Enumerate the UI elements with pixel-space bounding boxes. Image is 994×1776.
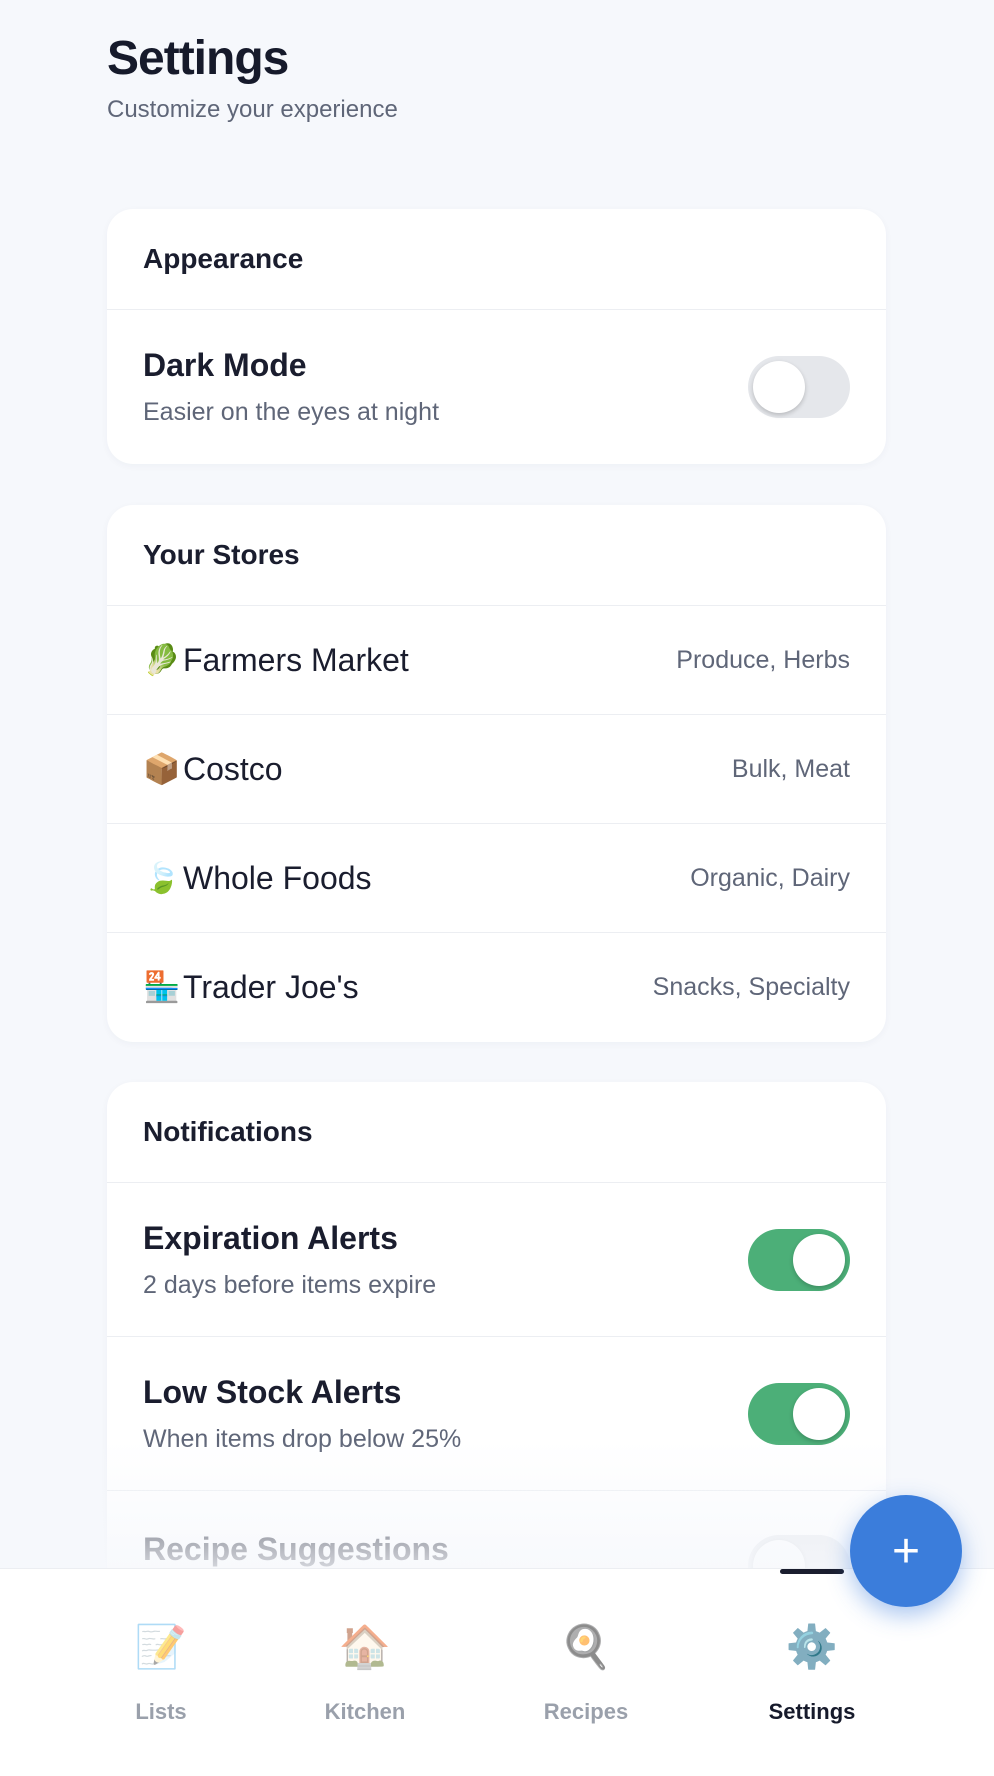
frying-pan-icon: 🍳	[559, 1622, 613, 1671]
house-icon: 🏠	[338, 1622, 392, 1671]
plus-icon: +	[891, 1524, 921, 1578]
tab-lists[interactable]: 📝 Lists	[81, 1621, 241, 1725]
expiration-alerts-row: Expiration Alerts 2 days before items ex…	[107, 1183, 886, 1337]
stores-section-title: Your Stores	[107, 505, 886, 606]
tab-label: Kitchen	[324, 1699, 406, 1724]
bottom-tab-bar: 📝 Lists 🏠 Kitchen 🍳 Recipes ⚙️ Settings	[0, 1568, 994, 1776]
leaf-icon: 🍃	[143, 860, 181, 896]
tab-recipes[interactable]: 🍳 Recipes	[506, 1621, 666, 1725]
notifications-section-title: Notifications	[107, 1082, 886, 1183]
dark-mode-row: Dark Mode Easier on the eyes at night	[107, 310, 886, 464]
store-tags: Organic, Dairy	[690, 863, 850, 892]
toggle-knob	[753, 361, 805, 413]
page-header: Settings Customize your experience	[107, 30, 398, 124]
toggle-knob	[793, 1233, 845, 1286]
store-name: Farmers Market	[183, 641, 409, 678]
tab-settings[interactable]: ⚙️ Settings	[732, 1621, 892, 1725]
expiration-alerts-title: Expiration Alerts	[143, 1219, 398, 1256]
store-name: Whole Foods	[183, 859, 372, 896]
expiration-alerts-description: 2 days before items expire	[143, 1270, 437, 1299]
toggle-knob	[793, 1387, 845, 1440]
low-stock-alerts-title: Low Stock Alerts	[143, 1373, 402, 1410]
store-row-farmers-market[interactable]: 🥬 Farmers Market Produce, Herbs	[107, 606, 886, 715]
tab-label: Settings	[768, 1699, 856, 1724]
tab-label: Lists	[135, 1699, 187, 1724]
store-name: Costco	[183, 750, 283, 787]
gear-icon: ⚙️	[785, 1622, 839, 1671]
store-row-whole-foods[interactable]: 🍃 Whole Foods Organic, Dairy	[107, 824, 886, 933]
store-row-costco[interactable]: 📦 Costco Bulk, Meat	[107, 715, 886, 824]
appearance-card: Appearance Dark Mode Easier on the eyes …	[107, 209, 886, 464]
dark-mode-description: Easier on the eyes at night	[143, 398, 440, 426]
appearance-section-title: Appearance	[107, 209, 886, 310]
store-tags: Snacks, Specialty	[652, 973, 850, 1001]
stores-card: Your Stores 🥬 Farmers Market Produce, He…	[107, 505, 886, 1042]
dark-mode-toggle[interactable]	[748, 356, 850, 418]
expiration-alerts-toggle[interactable]	[748, 1228, 850, 1291]
tab-label: Recipes	[543, 1699, 629, 1724]
recipe-suggestions-title: Recipe Suggestions	[143, 1531, 449, 1567]
store-row-trader-joes[interactable]: 🏪 Trader Joe's Snacks, Specialty	[107, 933, 886, 1042]
convenience-store-icon: 🏪	[143, 970, 181, 1005]
low-stock-alerts-row: Low Stock Alerts When items drop below 2…	[107, 1337, 886, 1491]
tab-kitchen[interactable]: 🏠 Kitchen	[285, 1621, 445, 1725]
add-button[interactable]: +	[850, 1495, 962, 1607]
store-tags: Bulk, Meat	[731, 754, 850, 783]
store-name: Trader Joe's	[183, 969, 359, 1005]
page-subtitle: Customize your experience	[107, 95, 398, 123]
settings-screen: Settings Customize your experience Appea…	[0, 0, 994, 1776]
low-stock-alerts-description: When items drop below 25%	[143, 1424, 462, 1453]
store-tags: Produce, Herbs	[676, 645, 850, 674]
low-stock-alerts-toggle[interactable]	[748, 1382, 850, 1445]
active-tab-indicator	[780, 1569, 844, 1574]
leafy-greens-icon: 🥬	[143, 642, 181, 678]
package-icon: 📦	[143, 751, 181, 787]
memo-icon: 📝	[134, 1622, 188, 1671]
page-title: Settings	[107, 32, 289, 85]
dark-mode-title: Dark Mode	[143, 347, 307, 383]
